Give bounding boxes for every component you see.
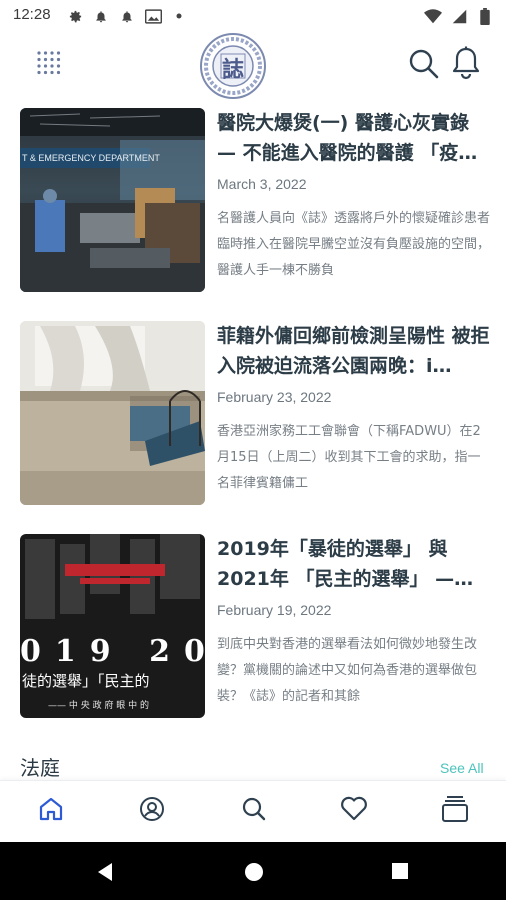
thumbnail-sign-text: T & EMERGENCY DEPARTMENT (22, 153, 160, 163)
see-all-link[interactable]: See All (440, 760, 484, 776)
nav-profile[interactable] (137, 796, 167, 826)
article-date: February 19, 2022 (217, 602, 332, 618)
article-title[interactable]: 2019年「暴徒的選舉」 與 2021年 「民主的選舉」 —中央政… (217, 534, 492, 594)
signal-icon (450, 7, 468, 25)
system-navigation-bar (0, 842, 506, 900)
app-header: 誌 (0, 32, 506, 100)
article-date: March 3, 2022 (217, 176, 307, 192)
article-date: February 23, 2022 (217, 389, 332, 405)
article-feed: T & EMERGENCY DEPARTMENT 醫院大爆煲(一) 醫護心灰實錄… (0, 100, 506, 780)
article-excerpt: 名醫護人員向《誌》透露將戶外的懷疑確診患者臨時推入在醫院早騰空並沒有負壓設施的空… (217, 211, 491, 278)
section-title: 法庭 (20, 756, 60, 780)
article-card[interactable]: T & EMERGENCY DEPARTMENT 醫院大爆煲(一) 醫護心灰實錄… (20, 100, 492, 292)
nav-library[interactable] (440, 796, 470, 826)
status-time: 12:28 (13, 6, 51, 23)
article-excerpt: 香港亞洲家務工工會聯會（下稱FADWU）在2月15日（上周二）收到其下工會的求助… (217, 424, 481, 491)
article-card[interactable]: 菲籍外傭回鄉前檢測呈陽性 被拒入院被迫流落公園兩晚：i… February 23… (20, 313, 492, 505)
notification-bell-icon (92, 7, 110, 25)
article-excerpt: 到底中央對香港的選舉看法如何微妙地發生改變？黨機關的論述中又如何為香港的選舉做包… (217, 637, 478, 704)
recents-icon[interactable] (391, 862, 409, 884)
thumbnail-year-text: 019 202 (20, 634, 205, 669)
nav-home[interactable] (36, 796, 66, 826)
status-icons-right (424, 7, 494, 25)
article-title[interactable]: 菲籍外傭回鄉前檢測呈陽性 被拒入院被迫流落公園兩晚：i… (217, 321, 492, 381)
heart-icon (340, 796, 368, 826)
article-thumbnail[interactable]: T & EMERGENCY DEPARTMENT (20, 108, 205, 292)
article-card[interactable]: 019 202 徒的選舉」「民主的 —— 中 央 政 府 眼 中 的 2019年… (20, 526, 492, 718)
article-thumbnail[interactable]: 019 202 徒的選舉」「民主的 —— 中 央 政 府 眼 中 的 (20, 534, 205, 718)
gallery-icon (144, 7, 162, 25)
profile-icon (139, 796, 165, 826)
article-title[interactable]: 醫院大爆煲(一) 醫護心灰實錄 — 不能進入醫院的醫護 「疫… (217, 108, 492, 168)
library-icon (442, 795, 468, 827)
back-icon[interactable] (96, 862, 114, 886)
thumbnail-caption-text: —— 中 央 政 府 眼 中 的 (48, 701, 150, 711)
bottom-navigation (0, 780, 506, 843)
dot-icon (170, 7, 188, 25)
app-logo[interactable]: 誌 (199, 32, 267, 100)
search-icon (241, 796, 267, 826)
home-circle-icon[interactable] (244, 862, 264, 886)
battery-icon (476, 7, 494, 25)
nav-search[interactable] (239, 796, 269, 826)
thumbnail-phrase-text: 徒的選舉」「民主的 (22, 672, 150, 690)
logo-text: 誌 (221, 58, 244, 83)
notification-bell-icon (118, 7, 136, 25)
article-thumbnail[interactable] (20, 321, 205, 505)
nav-favorites[interactable] (339, 796, 369, 826)
home-icon (38, 796, 64, 826)
gear-icon (66, 7, 84, 25)
status-icons-left (66, 7, 188, 25)
wifi-icon (424, 7, 442, 25)
status-bar: 12:28 (0, 0, 506, 32)
bell-icon[interactable] (451, 46, 481, 80)
search-icon[interactable] (408, 48, 440, 80)
grid-menu-icon[interactable] (36, 50, 64, 78)
